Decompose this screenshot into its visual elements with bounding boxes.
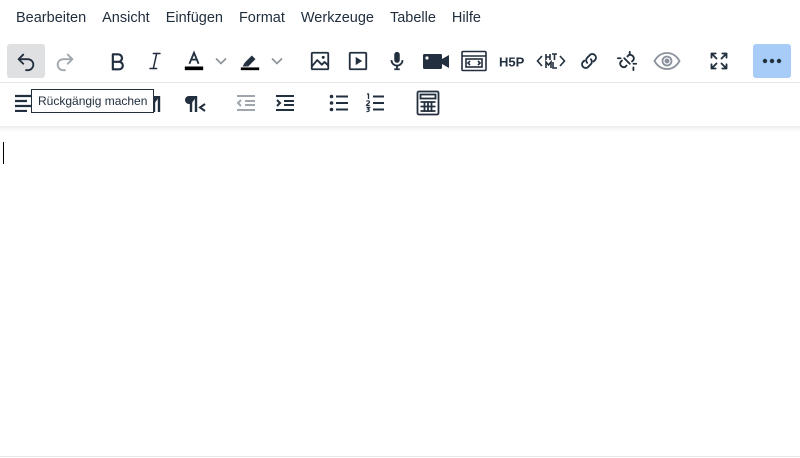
media-icon [348,51,368,71]
indent-button[interactable] [268,86,302,120]
bullet-list-button[interactable] [322,86,356,120]
link-icon [581,53,597,69]
svg-text:H5P: H5P [499,55,525,70]
text-color-button[interactable] [177,44,211,78]
fullscreen-button[interactable] [702,44,736,78]
unlink-button[interactable] [610,44,644,78]
insert-media-button[interactable] [341,44,375,78]
redo-button[interactable] [47,44,83,78]
fullscreen-icon [710,52,728,70]
menu-ansicht[interactable]: Ansicht [94,2,158,32]
video-camera-icon [423,54,449,69]
insert-image-button[interactable] [303,44,337,78]
insert-embed-button[interactable] [456,44,492,78]
italic-icon [149,52,161,70]
highlight-color-button[interactable] [233,44,267,78]
bullet-list-icon [329,94,348,112]
highlight-color-icon [240,55,260,71]
insert-h5p-button[interactable]: H5P [495,44,531,78]
highlight-color-dropdown[interactable] [269,44,285,78]
outdent-icon [236,95,255,111]
rtl-button[interactable] [178,86,212,120]
undo-icon [17,53,35,72]
italic-button[interactable] [138,44,172,78]
h5p-icon: H5P [499,55,525,70]
text-caret [3,142,4,164]
editor-bottom-border [0,456,800,457]
record-video-button[interactable] [418,44,454,78]
rtl-icon [185,96,206,112]
html-editor-button[interactable] [533,44,569,78]
numbered-list-icon [365,93,384,113]
text-color-dropdown[interactable] [213,44,229,78]
menu-hilfe[interactable]: Hilfe [444,2,489,32]
embed-icon [461,50,487,72]
link-button[interactable] [572,44,606,78]
html-icon [536,53,566,69]
redo-icon [56,53,74,72]
text-color-icon [184,50,204,71]
unlink-icon [616,50,638,72]
toolbar-divider [0,82,800,83]
chevron-down-icon [215,57,227,65]
preview-button[interactable] [649,44,685,78]
image-icon [310,51,330,71]
indent-icon [276,95,294,111]
more-icon [762,58,782,64]
menubar: Bearbeiten Ansicht Einfügen Format Werkz… [0,0,800,34]
more-button[interactable] [753,44,791,78]
editor-content-area[interactable] [0,132,800,457]
numbered-list-button[interactable] [358,86,392,120]
toolbar-primary: H5P [0,44,800,78]
record-audio-button[interactable] [380,44,414,78]
menu-bearbeiten[interactable]: Bearbeiten [8,2,94,32]
bold-icon [111,53,124,71]
menu-werkzeuge[interactable]: Werkzeuge [293,2,382,32]
bold-button[interactable] [100,44,134,78]
chevron-down-icon [271,57,283,65]
menu-einfuegen[interactable]: Einfügen [158,2,231,32]
calculator-button[interactable] [410,86,446,120]
preview-icon [653,52,681,70]
microphone-icon [390,51,404,71]
undo-button[interactable] [7,44,45,78]
menu-tabelle[interactable]: Tabelle [382,2,444,32]
outdent-button[interactable] [229,86,263,120]
undo-tooltip: Rückgängig machen [31,89,155,113]
menu-format[interactable]: Format [231,2,293,32]
calculator-icon [416,90,440,116]
